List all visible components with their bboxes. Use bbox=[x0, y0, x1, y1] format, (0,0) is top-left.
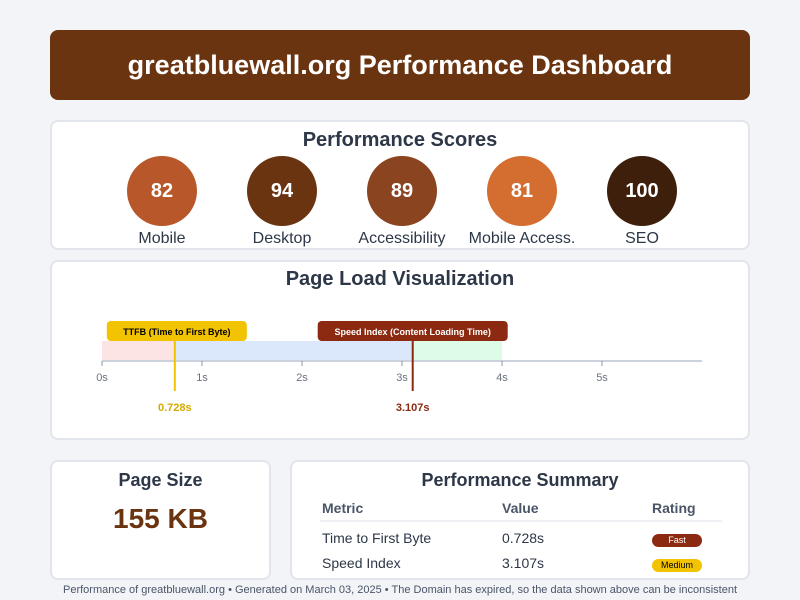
axis-tick-label: 0s bbox=[96, 372, 108, 384]
timeline-segment bbox=[102, 341, 175, 361]
score-mobile-accessibility: 81 Mobile Access. bbox=[457, 156, 587, 248]
score-label: SEO bbox=[625, 230, 659, 247]
axis-tick-label: 3s bbox=[396, 372, 408, 384]
axis-tick-label: 2s bbox=[296, 372, 308, 384]
performance-summary-card: Performance Summary Metric Value Rating … bbox=[290, 460, 750, 580]
score-row: 82 Mobile 94 Desktop 89 Accessibility 81… bbox=[52, 156, 748, 248]
rating-badge: Medium bbox=[652, 559, 702, 572]
timeline-segment bbox=[174, 341, 413, 361]
axis-tick-label: 4s bbox=[496, 372, 508, 384]
score-mobile: 82 Mobile bbox=[97, 156, 227, 248]
rating-badge: Fast bbox=[652, 534, 702, 547]
row-metric: Speed Index bbox=[322, 555, 401, 571]
header-rating: Rating bbox=[652, 500, 696, 516]
performance-scores-card: Performance Scores 82 Mobile 94 Desktop … bbox=[50, 120, 750, 250]
marker-label: Speed Index (Content Loading Time) bbox=[335, 327, 491, 337]
score-circle: 100 bbox=[607, 156, 677, 226]
summary-table: Metric Value Rating Time to First Byte 0… bbox=[320, 498, 722, 578]
score-label: Mobile Access. bbox=[468, 230, 576, 247]
page-size-title: Page Size bbox=[118, 470, 203, 490]
table-row: Speed Index 3.107s Medium bbox=[320, 553, 722, 578]
axis-tick-label: 5s bbox=[596, 372, 608, 384]
score-label: Mobile bbox=[138, 230, 186, 247]
score-circle: 94 bbox=[247, 156, 317, 226]
score-circle: 81 bbox=[487, 156, 557, 226]
score-label: Accessibility bbox=[358, 230, 446, 247]
score-circle: 82 bbox=[127, 156, 197, 226]
scores-title: Performance Scores bbox=[302, 129, 498, 151]
page-size-card: Page Size 155 KB bbox=[50, 460, 271, 580]
row-value: 3.107s bbox=[502, 555, 545, 571]
score-label: Desktop bbox=[252, 230, 312, 247]
row-value: 0.728s bbox=[502, 530, 545, 546]
dashboard-title: greatbluewall.org Performance Dashboard bbox=[50, 30, 750, 100]
row-metric: Time to First Byte bbox=[322, 530, 432, 546]
timeline-chart: 0s 1s 2s 3s 4s 5s TTFB (Time to First Byte) 0.7… bbox=[96, 321, 702, 414]
summary-title: Performance Summary bbox=[421, 470, 619, 490]
page-load-card: Page Load Visualization 0s 1s 2s 3s 4s 5s TTFB… bbox=[50, 260, 750, 440]
score-desktop: 94 Desktop bbox=[217, 156, 347, 248]
score-seo: 100 SEO bbox=[577, 156, 707, 248]
summary-header-row: Metric Value Rating bbox=[320, 498, 722, 522]
footer-note: Performance of greatbluewall.org • Gener… bbox=[62, 584, 737, 596]
page-size-value: 155 KB bbox=[113, 503, 208, 534]
score-circle: 89 bbox=[367, 156, 437, 226]
marker-value: 3.107s bbox=[396, 402, 430, 414]
timeline-segment bbox=[412, 341, 502, 361]
header-metric: Metric bbox=[322, 500, 364, 516]
score-accessibility: 89 Accessibility bbox=[337, 156, 467, 248]
marker-value: 0.728s bbox=[158, 402, 192, 414]
header-value: Value bbox=[502, 500, 539, 516]
axis-tick-label: 1s bbox=[196, 372, 208, 384]
marker-label: TTFB (Time to First Byte) bbox=[123, 327, 230, 337]
table-row: Time to First Byte 0.728s Fast bbox=[320, 528, 722, 553]
